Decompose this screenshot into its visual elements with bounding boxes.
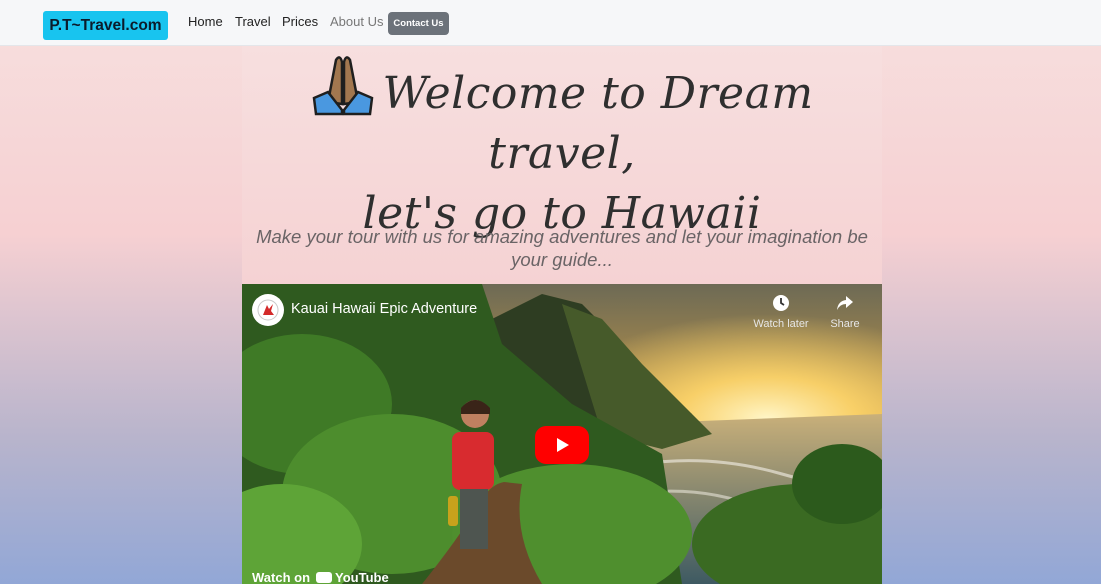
watch-later-label: Watch later xyxy=(753,318,809,330)
title-line-1: Welcome to Dream travel, xyxy=(382,68,814,179)
clock-icon xyxy=(773,295,789,311)
channel-avatar[interactable] xyxy=(252,294,284,326)
youtube-video-embed[interactable]: Kauai Hawaii Epic Adventure Watch later … xyxy=(242,284,882,584)
nav-link-travel[interactable]: Travel xyxy=(235,14,271,30)
watch-later-button[interactable]: Watch later xyxy=(750,294,812,330)
navbar: P.T~Travel.com Home Travel Prices About … xyxy=(0,0,1101,46)
youtube-logo-icon: YouTube xyxy=(316,570,389,584)
watch-on-label: Watch on xyxy=(252,570,311,584)
platform-label: YouTube xyxy=(335,570,389,584)
play-button[interactable] xyxy=(535,426,589,464)
folded-hands-icon xyxy=(310,52,376,118)
watch-on-youtube-link[interactable]: Watch on YouTube xyxy=(252,570,389,584)
contact-us-button[interactable]: Contact Us xyxy=(388,12,449,35)
video-title[interactable]: Kauai Hawaii Epic Adventure xyxy=(291,301,477,317)
share-arrow-icon xyxy=(837,296,853,310)
nav-link-home[interactable]: Home xyxy=(188,14,223,30)
nav-link-prices[interactable]: Prices xyxy=(282,14,318,30)
share-label: Share xyxy=(830,318,860,330)
hero-subtitle: Make your tour with us for amazing adven… xyxy=(256,226,868,270)
share-button[interactable]: Share xyxy=(814,294,876,330)
hero-card: Welcome to Dream travel, let's go to Haw… xyxy=(242,46,882,286)
brand-logo[interactable]: P.T~Travel.com xyxy=(43,11,168,40)
nav-link-about-us[interactable]: About Us xyxy=(330,14,383,30)
page-title: Welcome to Dream travel, let's go to Haw… xyxy=(242,52,882,239)
play-icon xyxy=(557,438,569,452)
